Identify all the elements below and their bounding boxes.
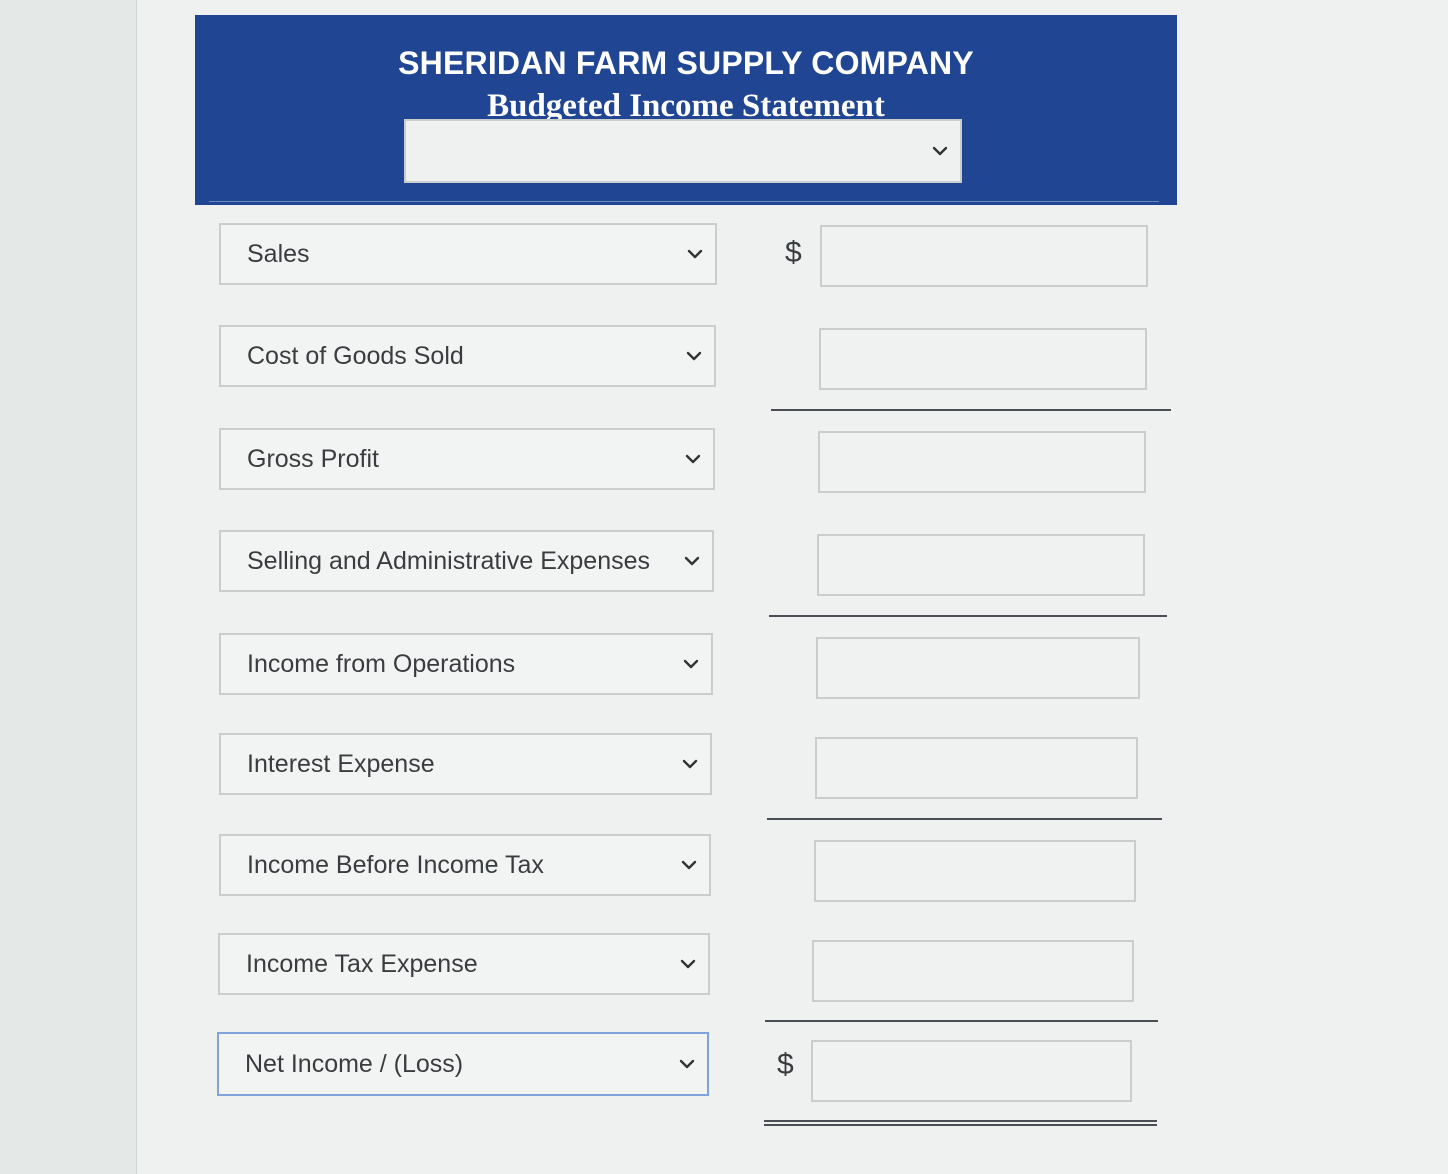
line-item-select-income-before-tax[interactable]: Income Before Income Tax	[219, 834, 711, 896]
subtotal-underline	[765, 1020, 1158, 1022]
line-item-select-sales[interactable]: Sales	[219, 223, 717, 285]
line-item-select-interest[interactable]: Interest Expense	[219, 733, 712, 795]
line-item-label: Cost of Goods Sold	[247, 341, 464, 370]
line-item-select-income-operations[interactable]: Income from Operations	[219, 633, 713, 695]
chevron-down-icon	[928, 121, 952, 181]
amount-input-income-before-tax[interactable]	[814, 840, 1136, 902]
line-item-label: Sales	[247, 239, 310, 268]
amount-field[interactable]	[813, 1042, 1130, 1100]
amount-input-income-tax[interactable]	[812, 940, 1134, 1002]
amount-field[interactable]	[822, 227, 1146, 285]
chevron-down-icon	[675, 225, 715, 283]
line-item-select-net-income[interactable]: Net Income / (Loss)	[217, 1032, 709, 1096]
line-item-label: Net Income / (Loss)	[245, 1049, 464, 1078]
amount-field[interactable]	[820, 433, 1144, 491]
line-item-label: Gross Profit	[247, 444, 379, 473]
chevron-down-icon	[672, 532, 712, 590]
amount-input-net-income[interactable]	[811, 1040, 1132, 1102]
line-item-label: Selling and Administrative Expenses	[247, 546, 651, 575]
amount-field[interactable]	[819, 536, 1143, 594]
amount-field[interactable]	[817, 739, 1136, 797]
chevron-down-icon	[673, 430, 713, 488]
dollar-sign: $	[777, 1048, 794, 1081]
amount-field[interactable]	[818, 639, 1138, 697]
line-item-select-income-tax[interactable]: Income Tax Expense	[218, 933, 710, 995]
period-dropdown[interactable]	[404, 119, 962, 183]
line-item-select-cogs[interactable]: Cost of Goods Sold	[219, 325, 716, 387]
amount-input-interest[interactable]	[815, 737, 1138, 799]
chevron-down-icon	[667, 1034, 707, 1094]
chevron-down-icon	[670, 735, 710, 793]
line-item-label: Interest Expense	[247, 749, 435, 778]
amount-input-income-operations[interactable]	[816, 637, 1140, 699]
chevron-down-icon	[671, 635, 711, 693]
line-item-select-gross-profit[interactable]: Gross Profit	[219, 428, 715, 490]
subtotal-underline	[767, 818, 1162, 820]
left-margin	[0, 0, 137, 1174]
dollar-sign: $	[785, 236, 802, 269]
amount-input-sales[interactable]	[820, 225, 1148, 287]
company-name: SHERIDAN FARM SUPPLY COMPANY	[398, 45, 974, 81]
amount-input-gross-profit[interactable]	[818, 431, 1146, 493]
line-item-label: Income Before Income Tax	[247, 850, 544, 879]
line-item-label: Income from Operations	[247, 649, 516, 678]
line-item-label: Income Tax Expense	[246, 949, 478, 978]
chevron-down-icon	[668, 935, 708, 993]
total-double-underline	[764, 1120, 1157, 1126]
subtotal-underline	[771, 409, 1171, 411]
amount-field[interactable]	[816, 842, 1134, 900]
chevron-down-icon	[669, 836, 709, 894]
chevron-down-icon	[674, 327, 714, 385]
amount-input-cogs[interactable]	[819, 328, 1147, 390]
amount-input-selling-admin[interactable]	[817, 534, 1145, 596]
line-item-select-selling-admin[interactable]: Selling and Administrative Expenses	[219, 530, 714, 592]
subtotal-underline	[769, 615, 1167, 617]
header-divider	[209, 201, 1159, 202]
amount-field[interactable]	[821, 330, 1145, 388]
amount-field[interactable]	[814, 942, 1132, 1000]
